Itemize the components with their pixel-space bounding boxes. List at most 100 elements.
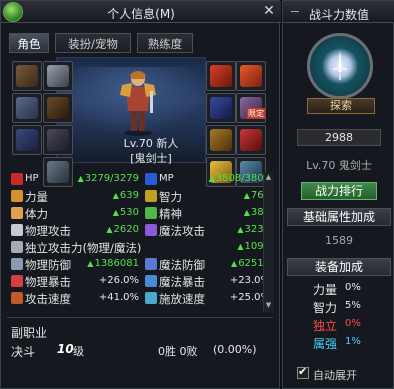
auto-expand-checkbox[interactable]: ✔ 自动展开 — [297, 365, 357, 383]
heart-icon — [11, 173, 23, 185]
stat-phys-attack: 物理攻击 ▲2620 — [10, 223, 142, 238]
weapon-icon — [47, 65, 69, 87]
close-icon[interactable]: ✕ — [261, 3, 277, 19]
equip-slot-ring[interactable] — [206, 93, 236, 123]
equip-slot-limited[interactable]: 限定 — [236, 93, 266, 123]
equip-slot-shoulder[interactable] — [12, 61, 42, 91]
stat-strength-label: 力量 — [25, 190, 48, 204]
power-level-class: Lv.70 鬼剑士 — [306, 159, 372, 172]
tab-costume-pet[interactable]: 装扮/宠物 — [55, 33, 131, 53]
scroll-up-icon[interactable]: ▲ — [264, 172, 273, 182]
stat-mag-def-label: 魔法防御 — [159, 258, 205, 272]
stat-phys-attack-value: 2620 — [113, 224, 139, 235]
attack-speed-icon — [11, 292, 23, 304]
stat-hp: HP ▲3279/3279 — [10, 172, 142, 187]
stat-spirit-label: 精神 — [159, 207, 182, 221]
equip-slot-necklace[interactable] — [206, 61, 236, 91]
stat-intelligence-label: 智力 — [159, 190, 182, 204]
equip-bonus-row: 力量 0% — [313, 281, 361, 298]
sword-icon — [11, 224, 23, 236]
duel-level: 10 — [57, 342, 74, 356]
stat-mag-attack-label: 魔法攻击 — [159, 224, 205, 238]
class-emblem-icon — [307, 33, 373, 99]
power-ranking-button[interactable]: 战力排行 — [301, 182, 377, 200]
subjob-label: 副职业 — [11, 326, 48, 340]
stat-phys-crit: 物理暴击 +26.0% — [10, 274, 142, 289]
combat-power-title-bar[interactable]: 战斗力数值 — [283, 1, 394, 23]
stat-mp-value: 3808/3808 — [215, 173, 270, 184]
equip-slot-weapon[interactable] — [43, 61, 73, 91]
equip-bonus-row: 属强 1% — [313, 335, 361, 352]
equip-slot-shoes[interactable] — [43, 125, 73, 155]
stat-mag-crit: 魔法暴击 +23.0% — [144, 274, 272, 289]
character-sprite — [120, 71, 156, 136]
stat-phys-attack-label: 物理攻击 — [25, 224, 71, 238]
stats-row: 体力 ▲530 精神 ▲385 — [10, 206, 272, 221]
tab-proficiency[interactable]: 熟练度 — [137, 33, 193, 53]
duel-level-unit: 级 — [73, 345, 84, 358]
duel-label: 决斗 — [11, 345, 36, 359]
stat-phys-def: 物理防御 ▲1386081 — [10, 257, 142, 272]
stat-atk-speed: 攻击速度 +41.0% — [10, 291, 142, 306]
auto-expand-label: 自动展开 — [313, 369, 357, 382]
equip-bonus-row: 智力 5% — [313, 299, 361, 316]
strength-icon — [11, 190, 23, 202]
window-title: 个人信息(M) — [107, 7, 175, 21]
duel-win-rate: (0.00%) — [213, 343, 257, 356]
spirit-icon — [145, 207, 157, 219]
title-bar[interactable]: 个人信息(M) ✕ — [1, 1, 281, 23]
character-info-window: 个人信息(M) ✕ 角色 装扮/宠物 熟练度 限定 Lv.70 新人 [鬼剑士]… — [0, 0, 281, 389]
independent-attack-icon — [11, 241, 23, 253]
top-armor-icon — [16, 97, 38, 119]
stat-mag-def: 魔法防御 ▲62511 — [144, 257, 272, 272]
necklace-icon — [210, 65, 232, 87]
sub-equipment-icon — [210, 129, 232, 151]
equip-bonus-label: 属强 — [313, 337, 338, 351]
stats-row: 攻击速度 +41.0% 施放速度 +25.0% — [10, 291, 272, 306]
magic-stone-icon — [240, 129, 262, 151]
equip-slot-magicstone[interactable] — [236, 125, 266, 155]
equip-slot-top[interactable] — [12, 93, 42, 123]
stat-vitality-value: 530 — [119, 207, 139, 218]
stat-indep-attack-label: 独立攻击力(物理/魔法) — [25, 241, 142, 255]
equip-slot-belt[interactable] — [43, 93, 73, 123]
shield-icon — [11, 258, 23, 270]
duel-record: 0胜 0败 — [158, 345, 198, 358]
equipment-bonus-header: 装备加成 — [287, 258, 391, 276]
magic-staff-icon — [145, 224, 157, 236]
belt-armor-icon — [47, 97, 69, 119]
pants-armor-icon — [16, 129, 38, 151]
stat-vitality-label: 体力 — [25, 207, 48, 221]
equip-bonus-label: 智力 — [313, 301, 338, 315]
combat-power-title: 战斗力数值 — [308, 8, 369, 22]
equip-bonus-value: 0% — [345, 318, 361, 329]
stat-strength: 力量 ▲639 — [10, 189, 142, 204]
combat-power-value: 2988 — [297, 129, 381, 146]
stats-row: HP ▲3279/3279 MP ▲3808/3808 — [10, 172, 272, 187]
magic-shield-icon — [145, 258, 157, 270]
stat-phys-def-value: 1386081 — [94, 258, 139, 269]
stat-spirit: 精神 ▲385 — [144, 206, 272, 221]
stats-scrollbar[interactable]: ▲ ▼ — [263, 172, 273, 312]
stats-row: 物理攻击 ▲2620 魔法攻击 ▲3230 — [10, 223, 272, 238]
bracelet-icon — [240, 65, 262, 87]
equip-slot-subequip[interactable] — [206, 125, 236, 155]
equip-slot-pants[interactable] — [12, 125, 42, 155]
stat-indep-attack: 独立攻击力(物理/魔法) ▲1096 — [10, 240, 272, 255]
stats-row: 物理暴击 +26.0% 魔法暴击 +23.0% — [10, 274, 272, 289]
character-class: [鬼剑士] — [130, 152, 172, 165]
stat-vitality: 体力 ▲530 — [10, 206, 142, 221]
stat-mag-attack: 魔法攻击 ▲3230 — [144, 223, 272, 238]
magic-critical-icon — [145, 275, 157, 287]
equip-slot-bracelet[interactable] — [236, 61, 266, 91]
mana-icon — [145, 173, 157, 185]
stat-phys-def-label: 物理防御 — [25, 258, 71, 272]
explore-button[interactable]: 探索 — [307, 98, 375, 114]
stat-cast-speed-label: 施放速度 — [159, 292, 205, 306]
scroll-down-icon[interactable]: ▼ — [264, 300, 273, 310]
base-attribute-value: 1589 — [325, 234, 353, 247]
shoes-armor-icon — [47, 129, 69, 151]
stat-mp-label: MP — [159, 173, 174, 184]
equip-bonus-label: 力量 — [313, 283, 338, 297]
tab-character[interactable]: 角色 — [9, 33, 49, 53]
